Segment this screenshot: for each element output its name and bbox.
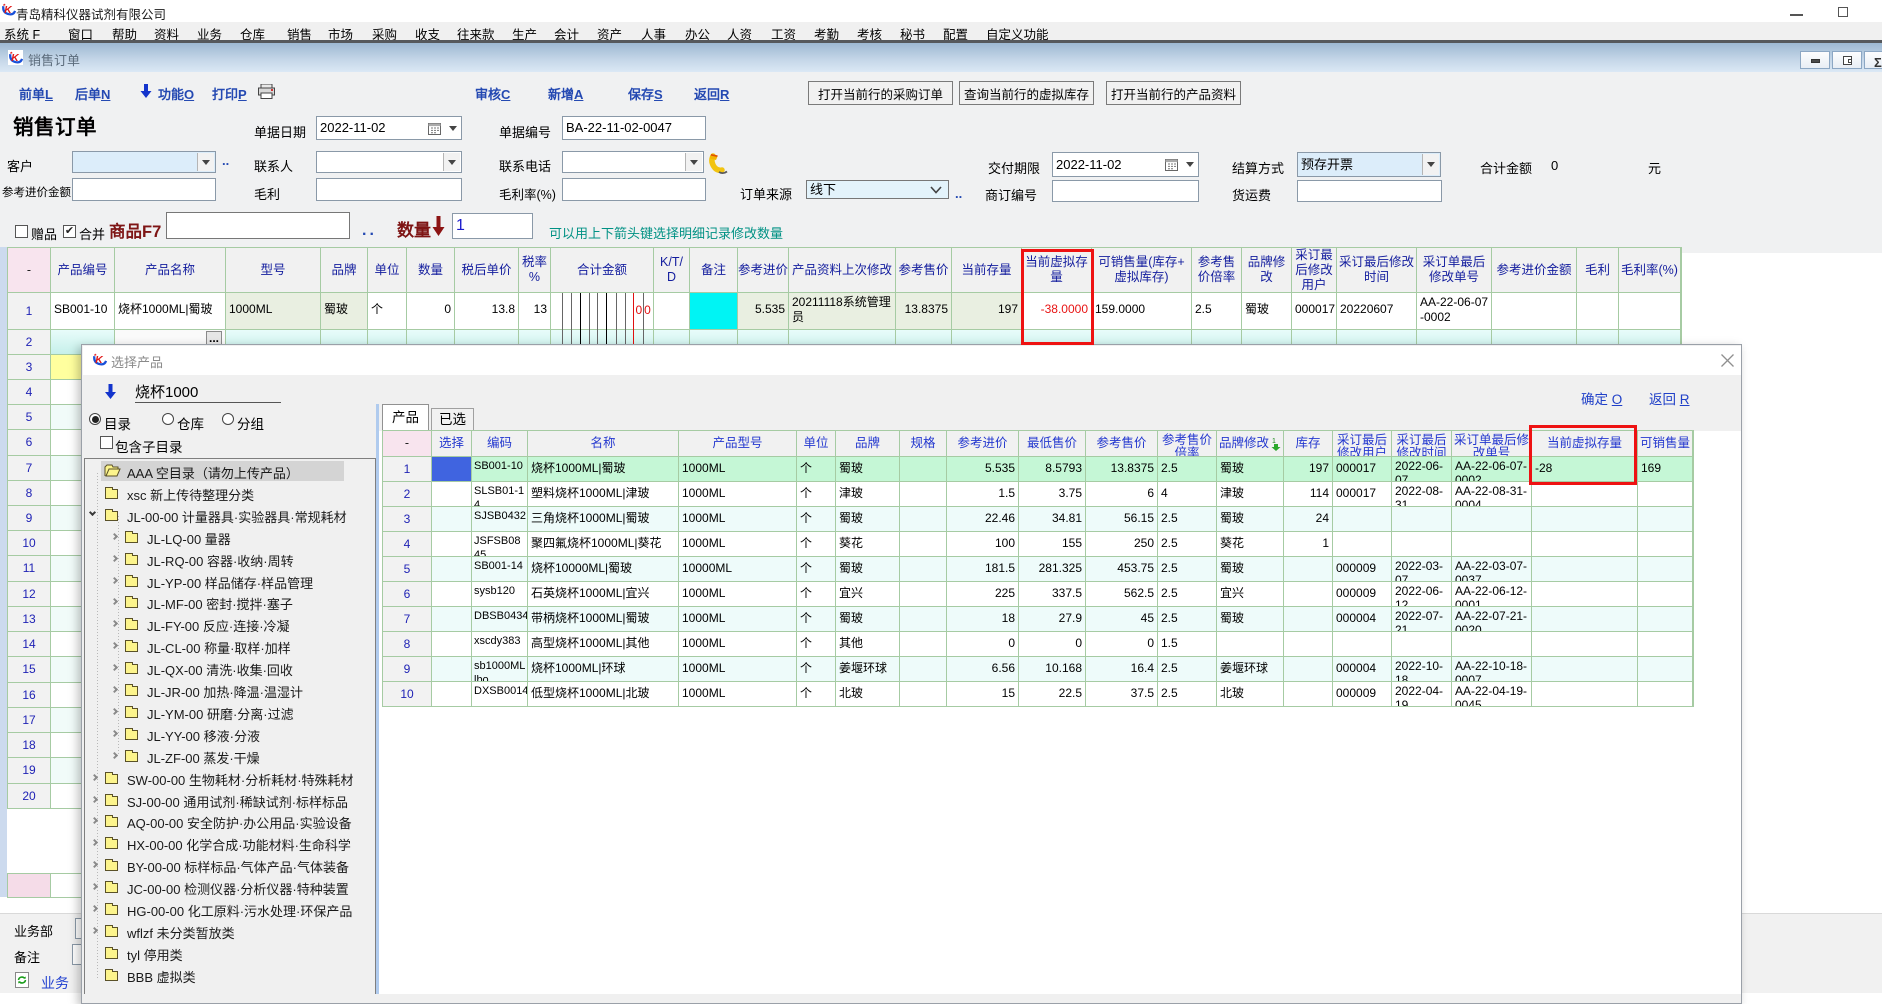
svg-text:1: 1 — [1272, 438, 1276, 445]
